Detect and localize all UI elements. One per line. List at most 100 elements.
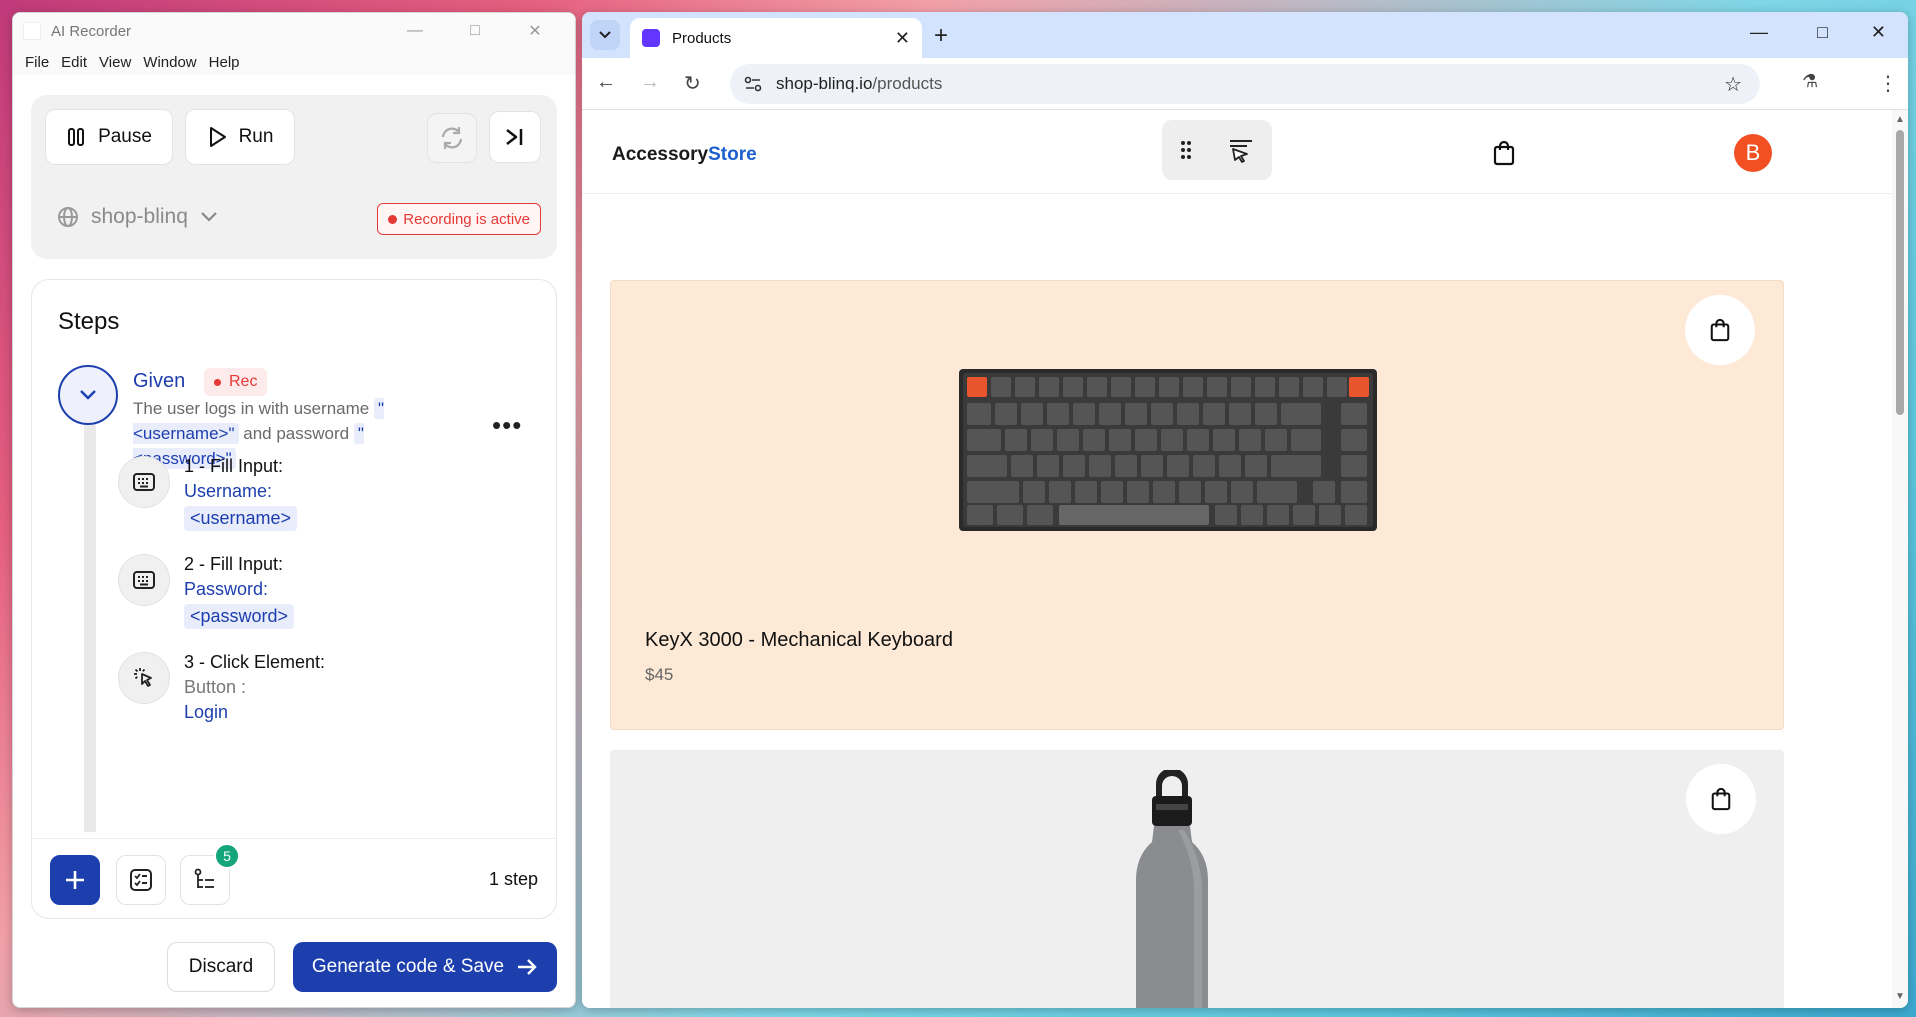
maximize-icon[interactable]: □ [445, 13, 505, 49]
run-label: Run [238, 126, 274, 147]
window-title: AI Recorder [51, 22, 132, 40]
checklist-icon [130, 869, 152, 891]
browser-toolbar: ← → ↻ shop-blinq.io/products ☆ ⚗ ⋮ [582, 58, 1908, 110]
product-card[interactable] [610, 750, 1784, 1008]
shopping-bag-icon [1710, 318, 1730, 342]
add-to-cart-button[interactable] [1685, 295, 1755, 365]
rec-chip-label: Rec [229, 373, 258, 390]
step-target-label: Password: [184, 579, 269, 599]
url-path: /products [872, 74, 943, 93]
step-item[interactable]: 3 - Click Element: Button : Login [118, 652, 518, 722]
steps-title: Steps [58, 308, 120, 335]
maximize-icon[interactable]: □ [1817, 22, 1828, 43]
timeline-bar [84, 372, 96, 832]
product-card[interactable]: KeyX 3000 - Mechanical Keyboard $45 [610, 280, 1784, 730]
app-icon [23, 22, 41, 40]
back-icon[interactable]: ← [596, 71, 616, 94]
keyboard-icon [118, 456, 170, 508]
add-to-cart-button[interactable] [1686, 764, 1756, 834]
product-price: $45 [645, 665, 674, 684]
given-text-part2: and password [243, 424, 350, 443]
list-tree-icon [194, 868, 214, 888]
generate-code-save-button[interactable]: Generate code & Save [293, 942, 557, 992]
scroll-thumb[interactable] [1896, 130, 1904, 415]
web-page: AccessoryStore B KeyX 3000 - Mechanical … [582, 110, 1892, 1008]
chevron-down-icon [599, 31, 611, 39]
scroll-up-icon[interactable]: ▲ [1895, 114, 1905, 125]
refresh-button[interactable] [427, 113, 477, 163]
tab-close-icon[interactable]: ✕ [895, 28, 910, 49]
select-element-icon[interactable] [1227, 137, 1255, 163]
save-label: Generate code & Save [311, 956, 505, 977]
store-logo[interactable]: AccessoryStore [612, 144, 757, 166]
ai-recorder-window: AI Recorder — □ ✕ File Edit View Window … [12, 12, 576, 1008]
keyboard-icon [118, 554, 170, 606]
new-tab-icon[interactable]: + [934, 22, 948, 50]
step-target-label: Button : [184, 677, 247, 697]
collapse-scenario-button[interactable] [58, 365, 118, 425]
checklist-button[interactable] [116, 855, 166, 905]
site-selector[interactable]: shop-blinq [57, 205, 218, 229]
minimize-icon[interactable]: — [1750, 22, 1768, 43]
step-target-label: Username: [184, 481, 273, 501]
step-count-label: 1 step [488, 869, 538, 889]
plus-icon [66, 871, 84, 889]
rec-dot-icon [214, 378, 221, 386]
step-value: Login [184, 702, 229, 722]
step-value: <password> [184, 604, 295, 629]
skip-to-end-button[interactable] [489, 111, 541, 163]
menubar: File Edit View Window Help [13, 49, 575, 75]
keyboard-product-image [959, 369, 1377, 531]
url-host: shop-blinq.io [776, 74, 873, 93]
page-scrollbar[interactable]: ▲ ▼ [1892, 110, 1908, 1008]
rec-chip: Rec [204, 368, 268, 396]
click-icon [118, 652, 170, 704]
chevron-down-icon [80, 390, 96, 400]
steps-count-badge: 5 [214, 843, 240, 869]
steps-footer: 5 1 step [32, 838, 556, 918]
user-avatar[interactable]: B [1734, 134, 1772, 172]
scroll-down-icon[interactable]: ▼ [1895, 991, 1905, 1002]
menu-help[interactable]: Help [209, 54, 240, 71]
tab-search-button[interactable] [590, 20, 620, 50]
product-name[interactable]: KeyX 3000 - Mechanical Keyboard [645, 629, 953, 652]
bookmark-star-icon[interactable]: ☆ [1724, 72, 1742, 97]
recording-status-text: Recording is active [403, 210, 530, 228]
given-text-part1: The user logs in with username [133, 399, 370, 418]
menu-file[interactable]: File [25, 54, 49, 71]
tab-products[interactable]: Products ✕ [630, 18, 922, 58]
pause-icon [68, 128, 85, 146]
menu-kebab-icon[interactable]: ⋮ [1878, 71, 1898, 96]
reload-icon[interactable]: ↻ [684, 71, 701, 96]
steps-panel: Steps Given Rec The user logs in with us… [31, 279, 557, 919]
minimize-icon[interactable]: — [385, 13, 445, 49]
water-bottle-product-image [1136, 770, 1208, 1008]
close-icon[interactable]: ✕ [505, 13, 565, 49]
more-options-icon[interactable]: ••• [492, 410, 522, 441]
pause-button[interactable]: Pause [45, 109, 173, 165]
drag-handle-icon[interactable] [1179, 139, 1193, 161]
tab-strip: Products ✕ + — □ ✕ [582, 12, 1908, 58]
close-icon[interactable]: ✕ [1871, 22, 1886, 43]
step-item[interactable]: 2 - Fill Input: Password: <password> [118, 554, 518, 629]
globe-icon [58, 207, 78, 227]
menu-window[interactable]: Window [143, 54, 196, 71]
forward-icon[interactable]: → [640, 71, 660, 94]
step-item[interactable]: 1 - Fill Input: Username: <username> [118, 456, 518, 531]
step-heading: 2 - Fill Input: [184, 554, 284, 574]
logo-part1: Accessory [612, 144, 709, 165]
discard-button[interactable]: Discard [167, 942, 275, 992]
add-step-button[interactable] [50, 855, 100, 905]
menu-view[interactable]: View [99, 54, 131, 71]
shopping-bag-icon[interactable] [1492, 140, 1516, 171]
recording-controls: Pause Run shop-blinq Recording is active [31, 95, 557, 259]
recorder-titlebar: AI Recorder — □ ✕ [13, 13, 575, 49]
run-button[interactable]: Run [185, 109, 295, 165]
tab-title: Products [672, 29, 732, 47]
site-header: AccessoryStore B [582, 110, 1892, 194]
labs-flask-icon[interactable]: ⚗ [1802, 71, 1818, 92]
menu-edit[interactable]: Edit [61, 54, 87, 71]
site-name: shop-blinq [91, 205, 188, 228]
recorder-floating-toolbar [1162, 120, 1272, 180]
address-bar[interactable]: shop-blinq.io/products ☆ [730, 64, 1760, 104]
